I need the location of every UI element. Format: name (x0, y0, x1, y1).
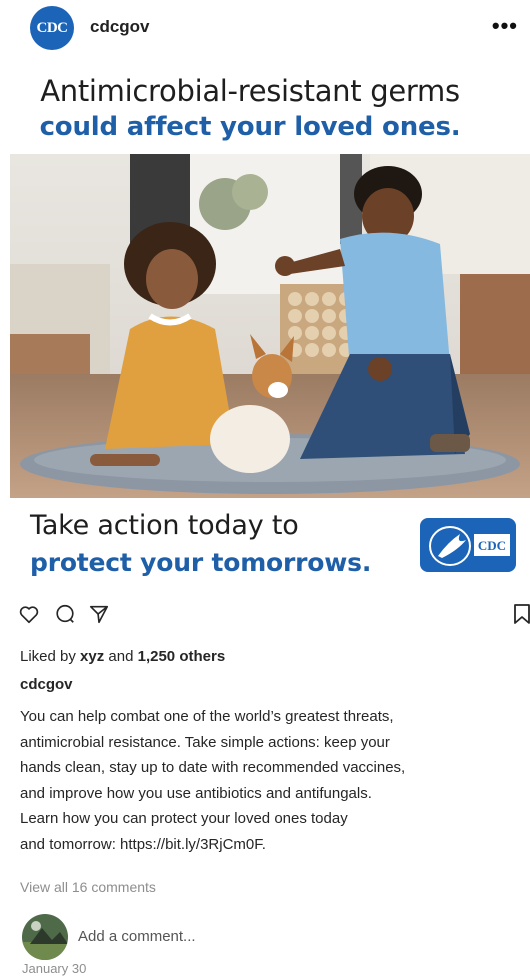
user-avatar (22, 914, 68, 960)
likes-user[interactable]: xyz (80, 648, 104, 665)
view-all-comments-link[interactable]: View all 16 comments (20, 879, 156, 895)
heart-icon[interactable] (18, 603, 40, 630)
caption-username[interactable]: cdcgov (20, 676, 73, 693)
caption-line: Learn how you can protect your loved one… (20, 810, 348, 827)
post-date: January 30 (22, 961, 87, 976)
add-comment-input[interactable]: Add a comment... (78, 928, 196, 945)
caption-line: You can help combat one of the world’s g… (20, 708, 394, 725)
post-actions (18, 603, 530, 629)
caption-line: and tomorrow: https://bit.ly/3RjCm0F. (20, 835, 266, 853)
post-header: CDC cdcgov ••• (0, 0, 530, 56)
cdc-logo-text: CDC (478, 538, 506, 553)
tagline-line2: protect your tomorrows. (30, 548, 372, 577)
caption-line: hands clean, stay up to date with recomm… (20, 759, 406, 776)
cdc-logo: CDC (420, 518, 516, 572)
caption-line: antimicrobial resistance. Take simple ac… (20, 733, 390, 751)
likes-middle: and (108, 648, 134, 665)
headline-line1: Antimicrobial-resistant germs (40, 74, 460, 108)
post-caption: You can help combat one of the world’s g… (20, 704, 520, 857)
post-image[interactable]: Antimicrobial-resistant germs could affe… (0, 60, 530, 590)
comment-icon[interactable] (54, 603, 76, 630)
likes-prefix: Liked by (20, 648, 76, 665)
post-username[interactable]: cdcgov (90, 17, 150, 37)
bookmark-icon[interactable] (513, 603, 530, 630)
profile-avatar[interactable]: CDC (30, 6, 74, 50)
more-options-icon[interactable]: ••• (492, 13, 518, 39)
share-icon[interactable] (88, 603, 110, 630)
likes-summary[interactable]: Liked by xyz and 1,250 others (20, 648, 225, 665)
tagline-line1: Take action today to (30, 510, 299, 541)
headline-line2: could affect your loved ones. (39, 112, 461, 142)
caption-line: and improve how you use antibiotics and … (20, 784, 372, 802)
photo-children-with-puppy (10, 154, 530, 498)
likes-count[interactable]: 1,250 others (138, 648, 226, 665)
